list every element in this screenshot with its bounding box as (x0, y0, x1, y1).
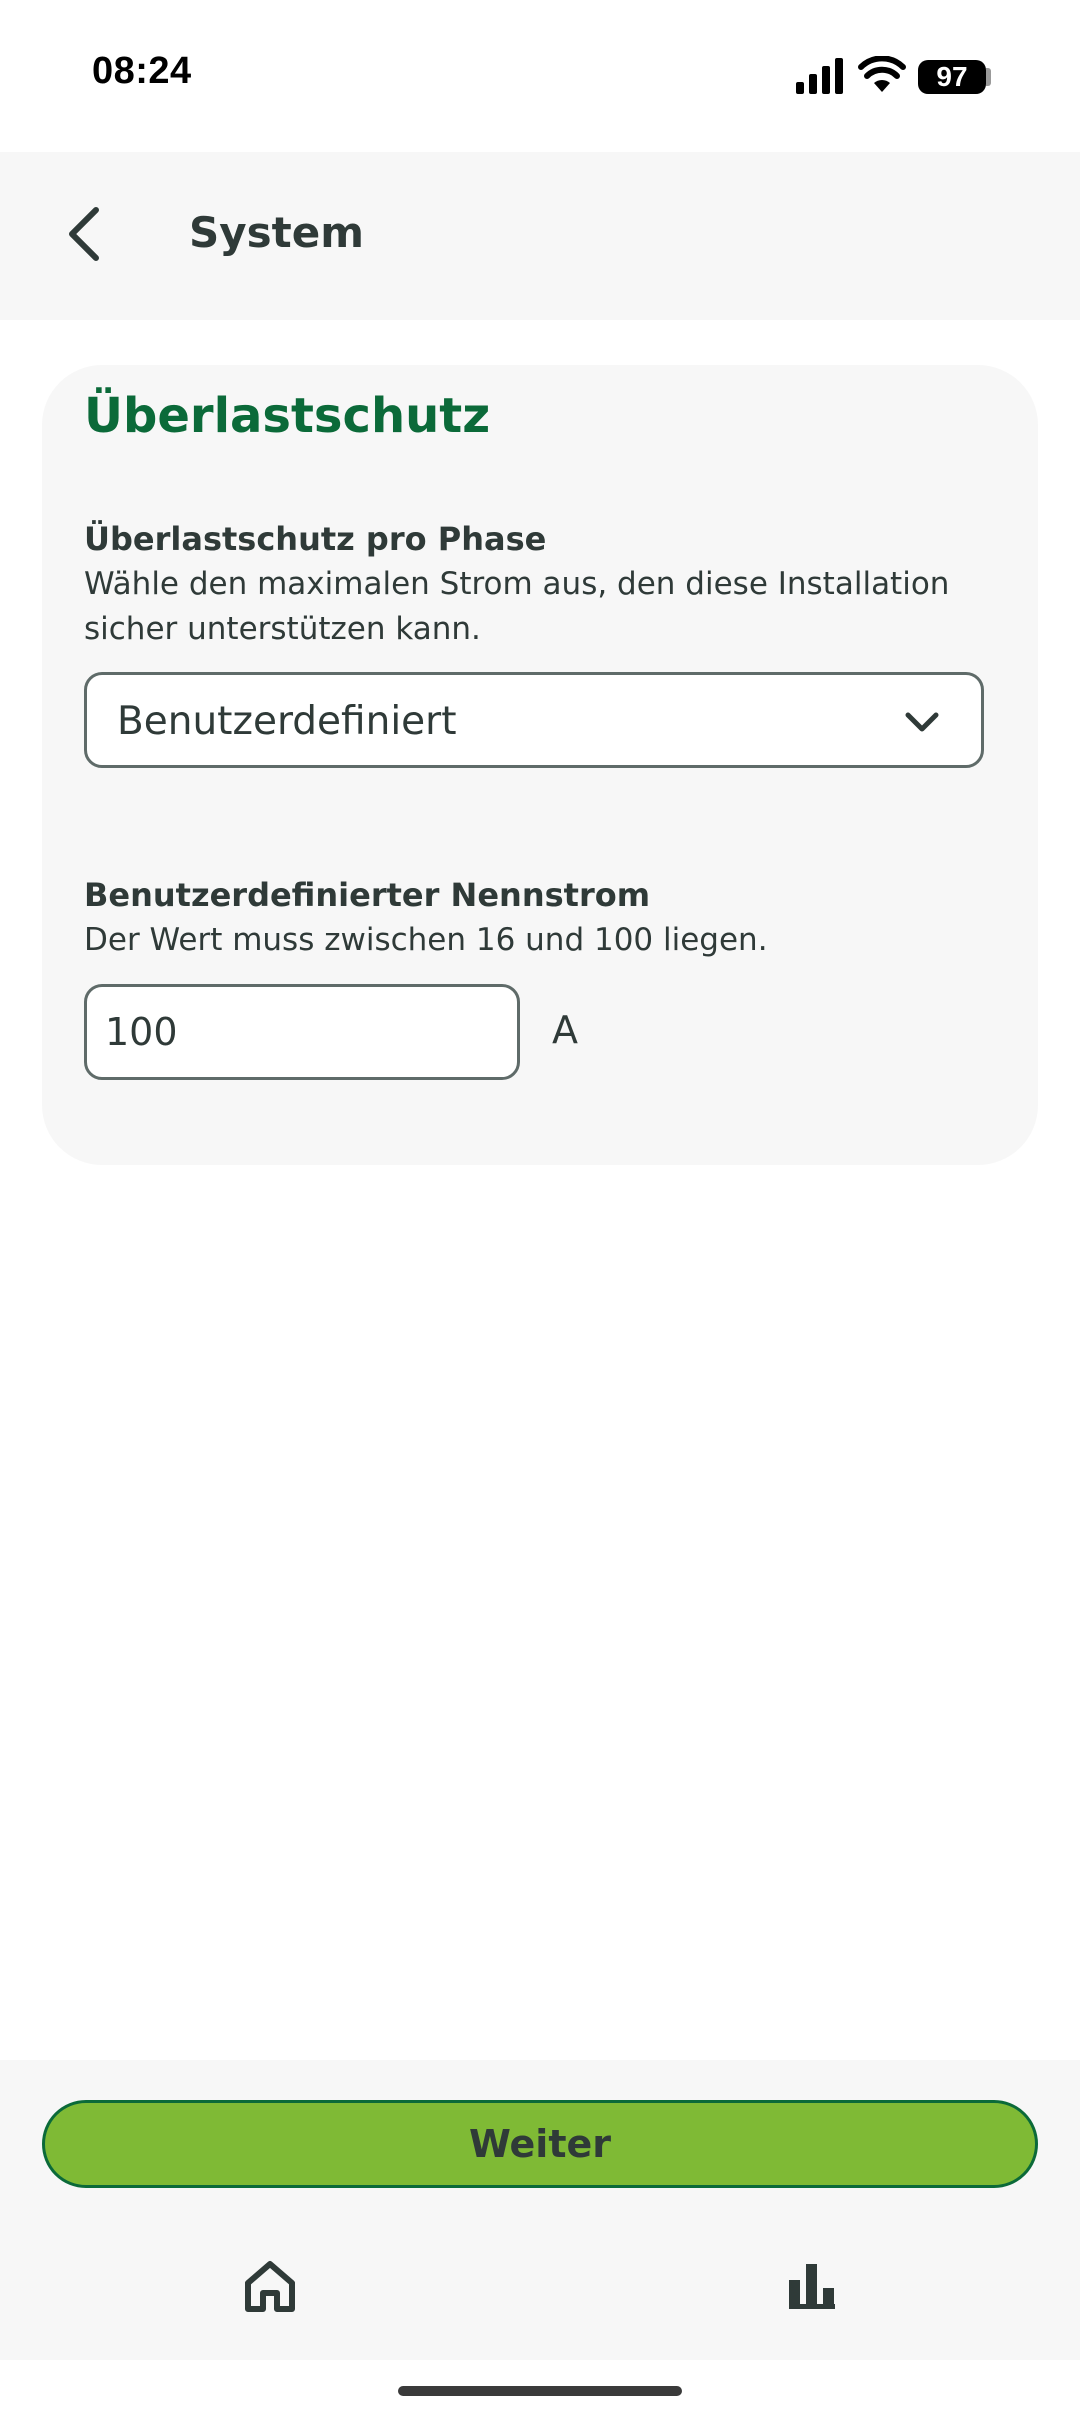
status-time: 08:24 (92, 50, 192, 92)
chevron-left-icon (69, 207, 99, 261)
phase-protection-select[interactable]: Benutzerdefiniert (84, 672, 984, 768)
chevron-down-icon (905, 712, 939, 732)
signal-icon (796, 58, 843, 94)
selected-option: Benutzerdefiniert (117, 699, 457, 744)
phase-protection-label: Überlastschutz pro Phase (84, 520, 547, 558)
phase-protection-description: Wähle den maximalen Strom aus, den diese… (84, 566, 950, 647)
custom-current-label: Benutzerdefinierter Nennstrom (84, 876, 651, 914)
continue-button[interactable]: Weiter (42, 2100, 1038, 2188)
battery-cap (986, 68, 991, 86)
app-header (0, 152, 1080, 320)
page-title: System (189, 208, 364, 257)
nav-home[interactable] (230, 2250, 310, 2322)
back-button[interactable] (48, 198, 120, 270)
custom-current-description: Der Wert muss zwischen 16 und 100 liegen… (84, 922, 768, 958)
wifi-icon (858, 56, 906, 92)
battery-level: 97 (936, 61, 968, 92)
bar-chart-icon (789, 2264, 835, 2309)
battery-indicator: 97 (918, 60, 986, 94)
nav-statistics[interactable] (772, 2250, 852, 2322)
home-icon (245, 2261, 295, 2312)
home-indicator (398, 2386, 682, 2396)
unit-label: A (552, 1008, 578, 1052)
custom-current-input[interactable] (84, 984, 520, 1080)
card-title: Überlastschutz (84, 388, 491, 444)
